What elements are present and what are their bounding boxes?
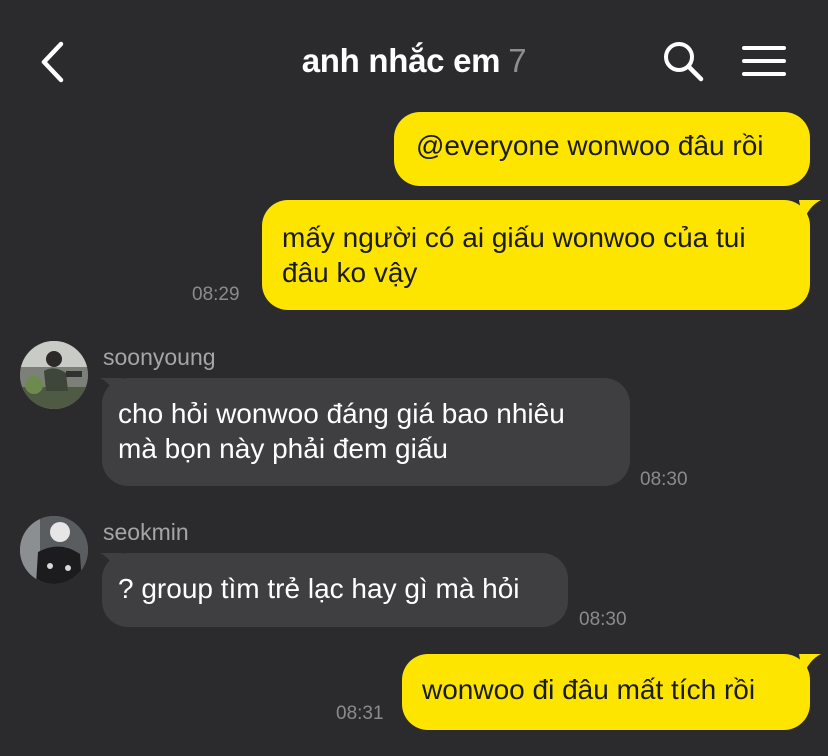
bubble-tail: [799, 654, 821, 676]
menu-button[interactable]: [742, 44, 786, 78]
message-timestamp: 08:30: [579, 609, 627, 630]
their-message-bubble[interactable]: ? group tìm trẻ lạc hay gì mà hỏi: [102, 553, 568, 627]
my-message-bubble[interactable]: mấy người có ai giấu wonwoo của tui đâu …: [262, 200, 810, 310]
message-text-line: mà bọn này phải đem giấu: [118, 433, 448, 464]
message-text: @everyone wonwoo đâu rồi: [416, 130, 764, 161]
message-text: ? group tìm trẻ lạc hay gì mà hỏi: [118, 573, 520, 604]
message-timestamp: 08:30: [640, 469, 688, 490]
sender-name: seokmin: [103, 519, 189, 545]
message-text: wonwoo đi đâu mất tích rồi: [422, 674, 756, 705]
my-message-bubble[interactable]: wonwoo đi đâu mất tích rồi: [402, 654, 810, 730]
their-message-bubble[interactable]: cho hỏi wonwoo đáng giá bao nhiêu mà bọn…: [102, 378, 630, 486]
avatar-seokmin[interactable]: [20, 516, 88, 584]
bubble-tail: [100, 553, 122, 575]
bubble-tail: [799, 200, 821, 222]
message-text-line: đâu ko vậy: [282, 257, 418, 288]
member-count: 7: [508, 42, 527, 79]
sender-name: soonyoung: [103, 344, 216, 370]
chat-title-text: anh nhắc em: [301, 42, 501, 79]
chat-header: anh nhắc em 7: [0, 0, 828, 115]
message-timestamp: 08:31: [336, 703, 384, 724]
hamburger-menu-icon: [742, 46, 786, 76]
message-text-line: cho hỏi wonwoo đáng giá bao nhiêu: [118, 398, 565, 429]
profile-photo-icon: [20, 516, 88, 584]
search-button[interactable]: [662, 40, 704, 82]
message-text-line: mấy người có ai giấu wonwoo của tui: [282, 222, 746, 253]
search-icon: [664, 42, 704, 82]
profile-photo-icon: [20, 341, 88, 409]
bubble-tail: [100, 378, 122, 400]
avatar-soonyoung[interactable]: [20, 341, 88, 409]
message-timestamp: 08:29: [192, 284, 240, 305]
my-message-bubble[interactable]: @everyone wonwoo đâu rồi: [394, 112, 810, 186]
